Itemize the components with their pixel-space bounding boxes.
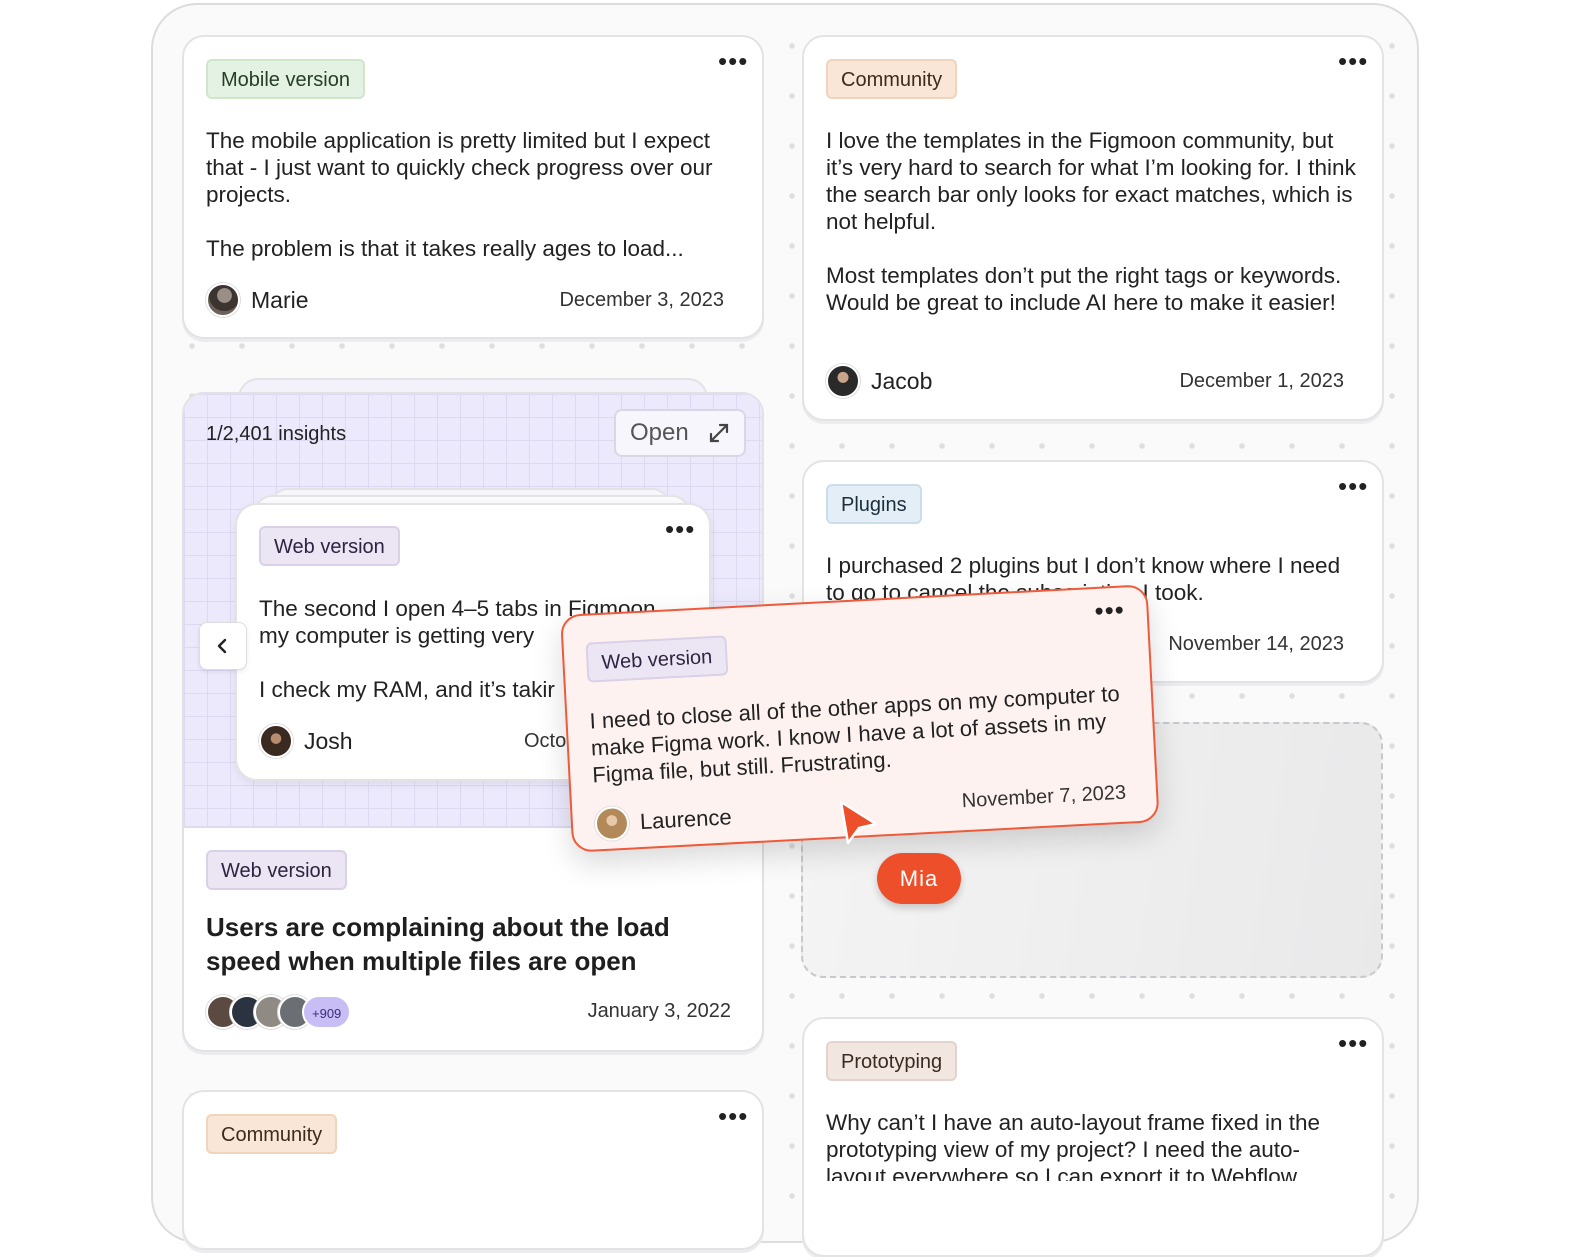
card-date: December 1, 2023 <box>1179 370 1344 392</box>
tag-web-version[interactable]: Web version <box>259 526 400 566</box>
insight-title: Users are complaining about the load spe… <box>206 912 670 976</box>
more-options-icon[interactable]: ••• <box>1338 1030 1367 1056</box>
avatar <box>206 283 240 317</box>
more-options-icon[interactable]: ••• <box>1338 473 1367 499</box>
card-date: December 3, 2023 <box>559 289 724 311</box>
insight-date: January 3, 2022 <box>587 1000 731 1022</box>
author-name: Laurence <box>639 804 733 835</box>
tag-plugins[interactable]: Plugins <box>826 484 922 524</box>
insight-counter: 1/2,401 insights <box>206 423 347 445</box>
more-options-icon[interactable]: ••• <box>1094 594 1126 626</box>
open-label: Open <box>630 419 689 446</box>
card-text: Most templates don’t put the right tags … <box>826 263 1342 315</box>
insight-card-prototyping[interactable]: Prototyping ••• Why can’t I have an auto… <box>802 1017 1384 1257</box>
author-name: Jacob <box>871 367 933 394</box>
tag-community[interactable]: Community <box>826 59 958 99</box>
card-date: Octo <box>524 730 567 752</box>
insight-card-jacob[interactable]: Community ••• I love the templates in th… <box>802 35 1384 421</box>
more-contributors-badge[interactable]: +909 <box>302 995 352 1029</box>
avatar <box>594 805 630 842</box>
tag-prototyping[interactable]: Prototyping <box>826 1041 958 1081</box>
card-date: November 7, 2023 <box>961 781 1127 813</box>
contributors-avatars: +909 <box>206 994 352 1030</box>
card-text: The mobile application is pretty limited… <box>206 128 713 207</box>
more-options-icon[interactable]: ••• <box>718 48 747 74</box>
more-options-icon[interactable]: ••• <box>718 1103 747 1129</box>
more-options-icon[interactable]: ••• <box>665 516 694 542</box>
insight-card-marie[interactable]: Mobile version ••• The mobile applicatio… <box>182 35 764 339</box>
insight-card-community[interactable]: Community ••• <box>182 1090 764 1250</box>
card-text: I love the templates in the Figmoon comm… <box>826 128 1356 234</box>
card-text: Why can’t I have an auto-layout frame fi… <box>826 1110 1321 1181</box>
author-name: Josh <box>304 727 353 754</box>
tag-web-version[interactable]: Web version <box>206 850 347 890</box>
tag-mobile-version[interactable]: Mobile version <box>206 59 365 99</box>
author: Marie <box>206 283 309 317</box>
author: Josh <box>259 724 353 758</box>
tag-community[interactable]: Community <box>206 1114 338 1154</box>
tag-web-version[interactable]: Web version <box>585 635 729 683</box>
cursor-pointer-icon <box>839 800 878 845</box>
card-text: The problem is that it takes really ages… <box>206 236 684 261</box>
author: Jacob <box>826 364 932 398</box>
avatar <box>826 364 860 398</box>
cursor-user-label: Mia <box>877 853 961 904</box>
author-name: Marie <box>251 286 309 313</box>
open-button[interactable]: Open <box>614 409 746 457</box>
author: Laurence <box>594 800 733 842</box>
avatar <box>259 724 293 758</box>
card-date: November 14, 2023 <box>1168 633 1344 655</box>
card-text: I need to close all of the other apps on… <box>588 680 1121 788</box>
chevron-left-icon <box>217 638 227 654</box>
more-options-icon[interactable]: ••• <box>1338 48 1367 74</box>
previous-button[interactable] <box>199 622 247 670</box>
expand-icon <box>709 423 728 443</box>
